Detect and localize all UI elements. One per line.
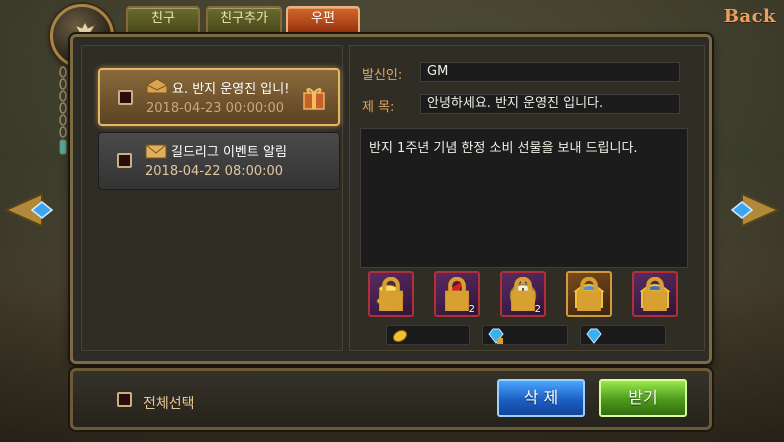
locked-diamond-icon bbox=[488, 328, 504, 344]
attachment-slot[interactable] bbox=[632, 271, 678, 317]
attachment-count: 2 bbox=[468, 304, 475, 315]
mail-item[interactable]: 길드리그 이벤트 알림 2018-04-22 08:00:00 bbox=[98, 132, 340, 190]
mail-date: 2018-04-22 08:00:00 bbox=[145, 164, 284, 179]
mail-detail: 발신인: GM 제 목: 안녕하세요. 반지 운영진 입니다. 반지 1주년 기… bbox=[349, 45, 705, 351]
mail-title: 길드리그 이벤트 알림 bbox=[171, 145, 287, 160]
right-arrow-icon[interactable] bbox=[724, 190, 782, 230]
open-envelope-icon bbox=[146, 78, 168, 94]
receive-button[interactable]: 받기 bbox=[599, 379, 687, 417]
tab-mail[interactable]: 우편 bbox=[286, 6, 360, 32]
attachment-count: 2 bbox=[534, 304, 541, 315]
mail-item[interactable]: 요. 반지 운영진 입니! 2018-04-23 00:00:00 bbox=[98, 68, 340, 126]
select-all-label[interactable]: 전체선택 bbox=[143, 393, 195, 413]
mail-date: 2018-04-23 00:00:00 bbox=[146, 101, 285, 116]
lock-icon bbox=[379, 277, 403, 311]
select-all-checkbox[interactable] bbox=[117, 392, 132, 407]
mail-title: 요. 반지 운영진 입니! bbox=[172, 82, 290, 97]
mail-checkbox[interactable] bbox=[118, 90, 133, 105]
sender-field: GM bbox=[420, 62, 680, 82]
attachment-slot[interactable]: 2 bbox=[500, 271, 546, 317]
currency-locked-diamond bbox=[482, 325, 568, 345]
attachment-slot[interactable] bbox=[566, 271, 612, 317]
diamond-icon bbox=[586, 328, 602, 344]
subject-label: 제 목: bbox=[362, 100, 395, 115]
tab-friend[interactable]: 친구 bbox=[126, 6, 200, 32]
currency-gold bbox=[386, 325, 470, 345]
back-button[interactable]: Back bbox=[724, 6, 776, 27]
gift-icon bbox=[303, 88, 325, 110]
sender-label: 발신인: bbox=[362, 68, 403, 83]
mail-checkbox[interactable] bbox=[117, 153, 132, 168]
gold-coin-icon bbox=[392, 329, 408, 343]
attachment-slot[interactable] bbox=[368, 271, 414, 317]
envelope-icon bbox=[145, 144, 167, 159]
mail-list: 요. 반지 운영진 입니! 2018-04-23 00:00:00 길드리그 이… bbox=[81, 45, 343, 351]
chain-ornament bbox=[59, 66, 67, 155]
lock-icon bbox=[577, 277, 601, 311]
delete-button[interactable]: 삭 제 bbox=[497, 379, 585, 417]
left-arrow-icon[interactable] bbox=[2, 190, 60, 230]
mailbox-footer: 전체선택 삭 제 받기 bbox=[70, 368, 712, 430]
subject-field: 안녕하세요. 반지 운영진 입니다. bbox=[420, 94, 680, 114]
attachment-slot[interactable]: 2 bbox=[434, 271, 480, 317]
mailbox-window: 요. 반지 운영진 입니! 2018-04-23 00:00:00 길드리그 이… bbox=[70, 34, 712, 364]
mail-body: 반지 1주년 기념 한정 소비 선물을 보내 드립니다. bbox=[360, 128, 688, 268]
currency-diamond bbox=[580, 325, 666, 345]
tab-add-friend[interactable]: 친구추가 bbox=[206, 6, 282, 32]
game-screen: 친구 친구 친구추가 우편 Back bbox=[0, 0, 784, 442]
lock-icon bbox=[643, 277, 667, 311]
